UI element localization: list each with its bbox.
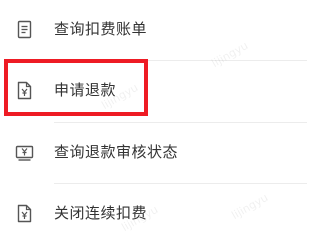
menu-item-label: 申请退款 — [54, 81, 117, 99]
menu-item-label: 查询扣费账单 — [54, 20, 148, 38]
menu-item-query-bill[interactable]: 查询扣费账单 — [0, 0, 307, 60]
menu-item-refund-status[interactable]: 查询退款审核状态 — [0, 123, 307, 183]
menu-item-label: 关闭连续扣费 — [54, 204, 148, 222]
menu-item-cancel-autopay[interactable]: 关闭连续扣费 — [0, 184, 307, 243]
menu-item-apply-refund[interactable]: 申请退款 — [0, 61, 307, 121]
menu-screen: 查询扣费账单 申请退款 查询退款审核状态 关闭连续扣费 lijingyu lij… — [0, 0, 307, 243]
refund-status-icon — [15, 143, 34, 162]
refund-document-icon — [15, 81, 34, 100]
cancel-autopay-icon — [15, 204, 34, 223]
bill-list-icon — [15, 20, 34, 39]
menu-item-label: 查询退款审核状态 — [54, 143, 179, 161]
